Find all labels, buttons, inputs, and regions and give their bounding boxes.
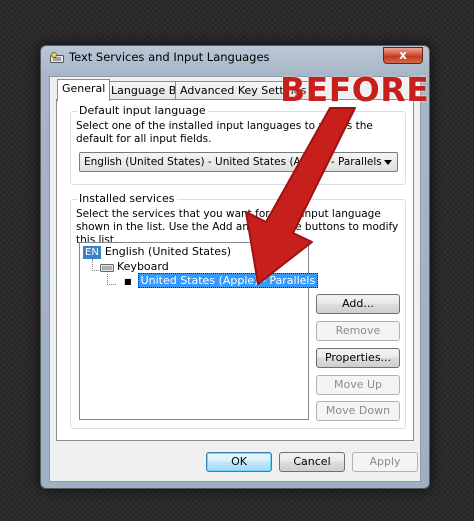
dialog-window: Text Services and Input Languages x Gene… bbox=[40, 45, 430, 489]
tree-item-keyboard[interactable]: Keyboard bbox=[100, 260, 169, 273]
before-annotation-label: BEFORE bbox=[280, 70, 430, 109]
move-down-button[interactable]: Move Down bbox=[316, 401, 400, 421]
language-badge: EN bbox=[83, 246, 101, 259]
title-bar[interactable]: Text Services and Input Languages x bbox=[41, 46, 429, 72]
keyboard-label: Keyboard bbox=[117, 260, 169, 273]
default-input-language-description: Select one of the installed input langua… bbox=[76, 120, 373, 145]
services-tree[interactable]: EN English (United States) Keyboard ■ Unit… bbox=[79, 242, 319, 420]
apply-button[interactable]: Apply bbox=[352, 452, 418, 472]
window-title: Text Services and Input Languages bbox=[69, 50, 270, 64]
close-button[interactable]: x bbox=[383, 47, 423, 64]
default-input-language-dropdown[interactable]: English (United States) - United States … bbox=[79, 152, 398, 172]
tab-general[interactable]: General bbox=[57, 79, 111, 101]
add-button[interactable]: Add... bbox=[316, 294, 400, 314]
default-input-language-heading: Default input language bbox=[77, 104, 208, 117]
tree-item-language[interactable]: EN English (United States) bbox=[83, 245, 231, 259]
remove-button[interactable]: Remove bbox=[316, 321, 400, 341]
language-label: English (United States) bbox=[104, 245, 232, 258]
properties-button[interactable]: Properties... bbox=[316, 348, 400, 368]
keyboard-icon bbox=[100, 264, 114, 272]
installed-services-group: Installed services Select the services t… bbox=[70, 192, 406, 429]
installed-services-heading: Installed services bbox=[77, 192, 177, 205]
dialog-client-area: General Language Bar Advanced Key Settin… bbox=[49, 76, 421, 482]
dropdown-selected-value: English (United States) - United States … bbox=[84, 156, 382, 168]
tree-connector bbox=[107, 284, 116, 285]
general-tab-panel: Default input language Select one of the… bbox=[56, 99, 414, 441]
move-up-button[interactable]: Move Up bbox=[316, 375, 400, 395]
ok-button[interactable]: OK bbox=[206, 452, 272, 472]
bullet-icon: ■ bbox=[124, 277, 132, 286]
tree-item-service[interactable]: ■ United States (Apple) - Parallels bbox=[124, 273, 319, 288]
default-input-language-group: Default input language Select one of the… bbox=[70, 104, 406, 185]
cancel-button[interactable]: Cancel bbox=[279, 452, 345, 472]
keyboard-app-icon bbox=[50, 52, 64, 63]
chevron-down-icon bbox=[384, 160, 392, 165]
service-label: United States (Apple) - Parallels bbox=[137, 273, 319, 288]
